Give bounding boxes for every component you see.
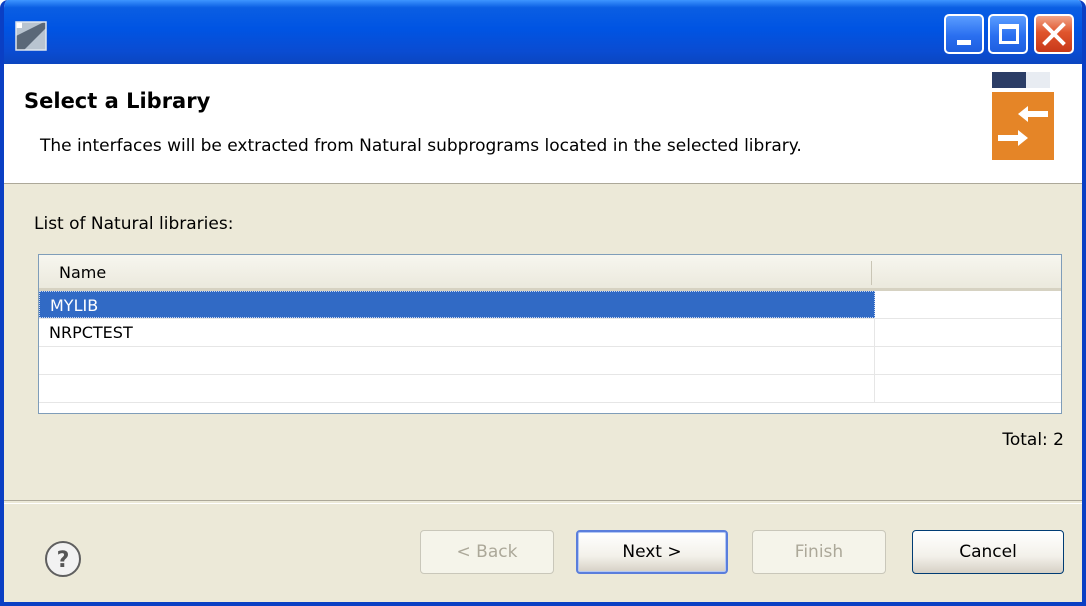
column-header-name[interactable]: Name	[59, 263, 106, 282]
table-row[interactable]: NRPCTEST	[39, 319, 1061, 347]
wizard-body: List of Natural libraries: Name MYLIB NR…	[4, 184, 1082, 500]
minimize-button[interactable]	[944, 14, 984, 54]
close-button[interactable]	[1034, 14, 1074, 54]
table-row[interactable]: MYLIB	[39, 291, 1061, 319]
table-row[interactable]	[39, 347, 1061, 375]
minimize-icon	[957, 40, 971, 45]
column-separator[interactable]	[871, 261, 872, 285]
eclipse-window-icon	[15, 21, 47, 51]
title-bar[interactable]	[4, 0, 1082, 64]
page-title: Select a Library	[24, 89, 211, 113]
close-icon	[1042, 22, 1066, 46]
table-row[interactable]	[39, 375, 1061, 403]
page-description: The interfaces will be extracted from Na…	[40, 136, 802, 156]
next-button[interactable]: Next >	[576, 530, 728, 574]
library-table[interactable]: Name MYLIB NRPCTEST	[38, 254, 1062, 414]
library-name: MYLIB	[50, 296, 99, 315]
extract-arrows-icon	[992, 72, 1054, 160]
finish-button[interactable]: Finish	[752, 530, 886, 574]
footer-divider	[4, 500, 1082, 504]
help-icon[interactable]: ?	[44, 540, 82, 578]
wizard-header: Select a Library The interfaces will be …	[4, 64, 1082, 184]
back-button[interactable]: < Back	[420, 530, 554, 574]
cancel-button[interactable]: Cancel	[912, 530, 1064, 574]
svg-text:?: ?	[57, 548, 70, 573]
total-count: Total: 2	[1002, 430, 1064, 450]
maximize-icon	[999, 24, 1019, 44]
wizard-dialog: Select a Library The interfaces will be …	[0, 0, 1086, 606]
library-list-label: List of Natural libraries:	[34, 214, 234, 234]
table-header[interactable]: Name	[39, 255, 1061, 291]
maximize-button[interactable]	[988, 14, 1028, 54]
library-name: NRPCTEST	[49, 323, 133, 342]
